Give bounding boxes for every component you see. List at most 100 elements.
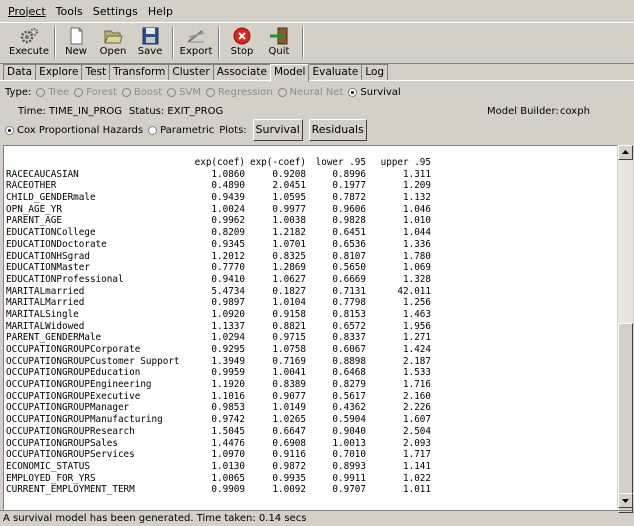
exp-neg-coef-value: 1.0265 [272, 414, 306, 426]
variable-name: OCCUPATIONGROUPManager [6, 402, 130, 414]
upper-95-value: 2.226 [403, 402, 431, 414]
radio-neural-net[interactable] [277, 87, 287, 97]
radio-boost[interactable] [121, 87, 131, 97]
upper-95-value: 1.336 [403, 238, 431, 250]
exp-coef-value: 0.9295 [211, 344, 245, 355]
stop-button[interactable]: Stop [223, 26, 261, 62]
lower-95-value: 1.0013 [332, 437, 366, 449]
tab-explore[interactable]: Explore [35, 64, 83, 81]
model-output-text[interactable]: exp(coef) exp(-coef) lower .95 upper .95… [3, 145, 618, 510]
upper-95-value: 1.022 [403, 472, 431, 484]
tab-transform[interactable]: Transform [109, 64, 170, 81]
radio-svm[interactable] [167, 87, 177, 97]
exp-coef-value: 0.9742 [211, 414, 245, 426]
residuals-plot-button[interactable]: Residuals [308, 119, 367, 141]
lower-95-value: 0.8153 [332, 308, 366, 320]
table-row: CHILD_GENDERmale 0.9439 1.0595 0.7872 1.132 [4, 192, 617, 204]
lower-95-value: 0.8279 [332, 379, 366, 391]
tab-log[interactable]: Log [361, 64, 389, 81]
survival-plot-button[interactable]: Survival [252, 119, 303, 141]
variable-name: PARENT_AGE [6, 215, 62, 227]
quit-button[interactable]: Quit [260, 26, 298, 62]
exp-neg-coef-value: 0.1827 [272, 285, 306, 297]
scroll-down-button[interactable] [618, 493, 633, 508]
output-header-row: exp(coef) exp(-coef) lower .95 upper .95 [4, 157, 617, 169]
exp-coef-value: 1.0860 [211, 168, 245, 180]
variable-name: MARITALmarried [6, 285, 85, 297]
exp-coef-value: 0.9962 [211, 215, 245, 227]
upper-95-value: 1.132 [403, 192, 431, 204]
radio-survival-label: Survival [360, 86, 401, 98]
tab-data[interactable]: Data [3, 64, 37, 81]
radio-tree[interactable] [36, 87, 46, 97]
scroll-thumb[interactable] [618, 323, 633, 513]
tab-test[interactable]: Test [81, 64, 111, 81]
save-label: Save [137, 46, 163, 57]
menu-tools[interactable]: Tools [51, 5, 88, 18]
menu-bar: Project Tools Settings Help [0, 0, 634, 22]
menu-settings[interactable]: Settings [88, 5, 143, 18]
menu-help[interactable]: Help [143, 5, 178, 18]
exp-neg-coef-value: 0.9116 [272, 449, 306, 461]
exp-coef-value: 0.9410 [211, 273, 245, 285]
table-row: MARITALmarried 5.4734 0.1827 0.7131 42.011 [4, 286, 617, 298]
scroll-up-button[interactable] [618, 145, 633, 160]
lower-95-value: 0.5617 [332, 390, 366, 402]
variable-name: OCCUPATIONGROUPCorporate [6, 344, 141, 355]
table-row: PARENT_AGE 0.9962 1.0038 0.9828 1.010 [4, 215, 617, 227]
new-button[interactable]: New [57, 26, 95, 62]
exp-neg-coef-value: 0.9208 [272, 168, 306, 180]
exp-coef-value: 1.1920 [211, 379, 245, 391]
table-row: OCCUPATIONGROUPSales 1.4476 0.6908 1.0013 2.… [4, 438, 617, 450]
table-row: CURRENT_EMPLOYMENT_TERM 0.9909 1.0092 0.970… [4, 484, 617, 496]
lower-95-value: 0.9040 [332, 425, 366, 437]
exp-neg-coef-value: 0.8821 [272, 320, 306, 332]
radio-survival[interactable] [348, 87, 358, 97]
lower-95-value: 0.6536 [332, 238, 366, 250]
variable-name: OCCUPATIONGROUPCustomer Support [6, 355, 180, 367]
lower-95-value: 0.9606 [332, 203, 366, 215]
table-row: EDUCATIONProfessional 0.9410 1.0627 0.6669 1… [4, 274, 617, 286]
exp-coef-value: 0.7770 [211, 262, 245, 274]
radio-forest[interactable] [74, 87, 84, 97]
lower-95-value: 0.9911 [332, 472, 366, 484]
status-bar: A survival model has been generated. Tim… [0, 510, 634, 526]
export-button[interactable]: Export [177, 26, 215, 62]
type-label: Type: [5, 86, 32, 98]
save-button[interactable]: Save [131, 26, 169, 62]
radio-cox[interactable] [5, 125, 14, 135]
radio-regression[interactable] [205, 87, 215, 97]
radio-parametric[interactable] [148, 125, 158, 135]
lower-95-value: 0.8337 [332, 332, 366, 344]
exp-coef-value: 1.0065 [211, 472, 245, 484]
stop-label: Stop [230, 46, 254, 57]
lower-95-value: 0.9707 [332, 484, 366, 496]
radio-neural-net-label: Neural Net [289, 86, 344, 98]
table-row: EMPLOYED_FOR_YRS 1.0065 0.9935 0.9911 1.022 [4, 473, 617, 485]
tab-associate[interactable]: Associate [212, 64, 271, 81]
variable-name: EDUCATIONDoctorate [6, 238, 107, 250]
output-scrollbar[interactable] [617, 145, 633, 513]
tab-model[interactable]: Model [269, 64, 310, 82]
lower-95-value: 0.6067 [332, 344, 366, 355]
tab-cluster[interactable]: Cluster [168, 64, 214, 81]
tab-evaluate[interactable]: Evaluate [308, 64, 363, 81]
exp-neg-coef-value: 0.9872 [272, 460, 306, 472]
exp-coef-value: 0.9959 [211, 367, 245, 379]
variable-name: CHILD_GENDERmale [6, 192, 96, 204]
exp-neg-coef-value: 1.2869 [272, 262, 306, 274]
menu-project[interactable]: Project [0, 5, 51, 18]
table-row: MARITALMarried 0.9897 1.0104 0.7798 1.256 [4, 297, 617, 309]
upper-95-value: 1.256 [403, 297, 431, 309]
coefficient-table: RACECAUCASIAN 1.0860 0.9208 0.8996 1.311 RACE… [4, 169, 617, 496]
radio-cox-label: Cox Proportional Hazards [17, 124, 144, 136]
execute-button[interactable]: Execute [9, 26, 49, 62]
upper-95-value: 1.716 [403, 379, 431, 391]
exp-coef-value: 1.0920 [211, 308, 245, 320]
gears-icon [20, 28, 38, 44]
table-row: OCCUPATIONGROUPManufacturing 0.9742 1.0265… [4, 414, 617, 426]
open-button[interactable]: Open [94, 26, 132, 62]
radio-parametric-label: Parametric [160, 124, 215, 136]
exp-neg-coef-value: 2.0451 [272, 180, 306, 192]
toolbar-separator [302, 27, 304, 59]
